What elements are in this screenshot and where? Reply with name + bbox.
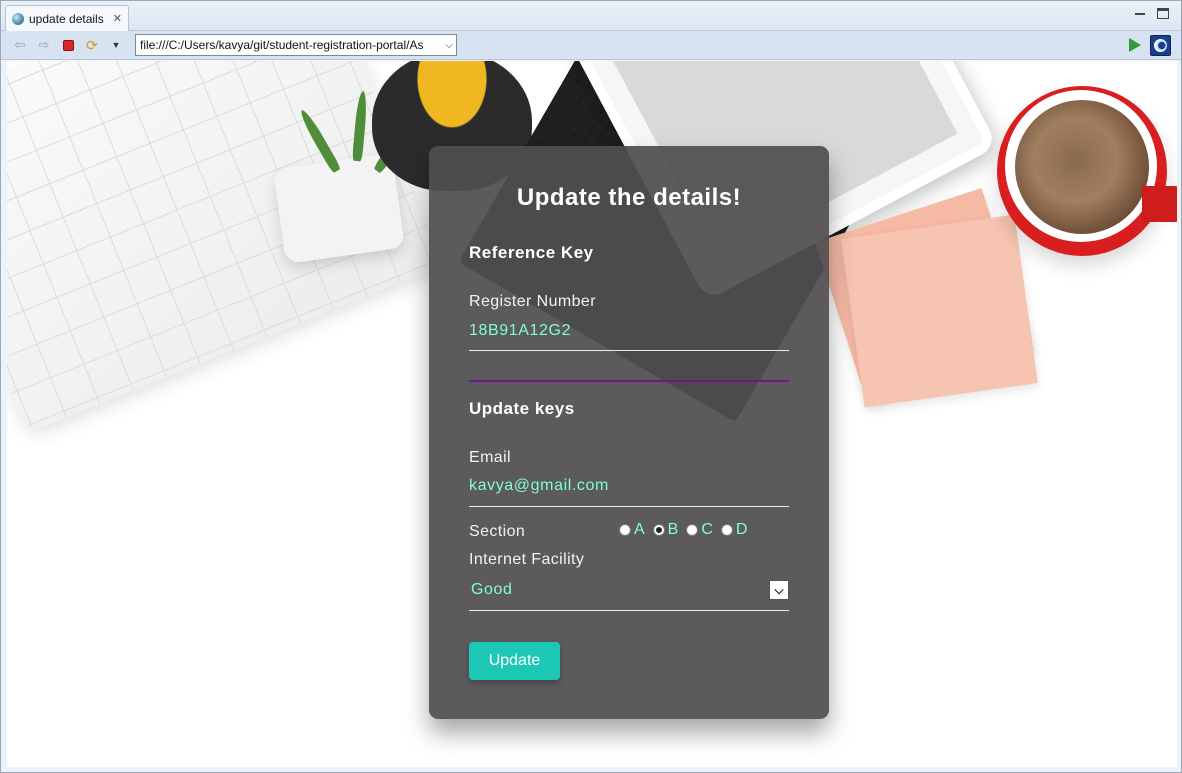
window-controls (1135, 8, 1169, 19)
browser-toolbar: ⇦ ⇨ ⟳ ▼ file:///C:/Users/kavya/git/stude… (1, 31, 1181, 60)
back-icon[interactable]: ⇦ (11, 36, 29, 54)
cup-handle-image (1142, 186, 1177, 222)
go-icon[interactable] (1129, 38, 1141, 52)
coffee-cup-image (997, 86, 1167, 256)
close-icon[interactable]: ✕ (113, 12, 122, 25)
email-underline (469, 506, 789, 507)
section-option-label: D (735, 521, 748, 538)
email-field[interactable]: kavya@gmail.com (469, 477, 609, 495)
page-title: Update the details! (516, 184, 742, 211)
reference-key-heading: Reference Key (469, 243, 594, 262)
section-option-label: A (634, 521, 645, 538)
internet-facility-select[interactable]: Good (471, 581, 513, 599)
section-radio-a[interactable] (619, 524, 631, 536)
section-option-label: B (667, 521, 679, 538)
register-number-label: Register Number (469, 293, 596, 310)
section-radio-group: A B C D (619, 521, 753, 539)
update-form-card: Update the details! Reference Key Regist… (429, 146, 829, 719)
sticky-note-image (841, 214, 1038, 408)
section-radio-d[interactable] (720, 524, 733, 536)
tab-title: update details (29, 11, 104, 26)
minimize-icon[interactable] (1135, 8, 1145, 15)
internet-facility-underline (469, 610, 789, 611)
section-label: Section (469, 523, 526, 540)
browser-window: update details ✕ ⇦ ⇨ ⟳ ▼ file:///C:/User… (0, 0, 1182, 773)
eclipse-icon[interactable] (1150, 35, 1171, 56)
dropdown-icon[interactable]: ▼ (107, 36, 125, 54)
section-radio-b[interactable] (652, 524, 665, 536)
maximize-icon[interactable] (1157, 8, 1169, 19)
url-input[interactable]: file:///C:/Users/kavya/git/student-regis… (140, 38, 442, 52)
section-divider (469, 380, 789, 382)
email-label: Email (469, 449, 512, 466)
update-keys-heading: Update keys (469, 399, 575, 418)
update-button[interactable]: Update (469, 642, 560, 680)
url-bar[interactable]: file:///C:/Users/kavya/git/student-regis… (135, 34, 457, 56)
section-radio-c[interactable] (686, 524, 699, 536)
refresh-icon[interactable]: ⟳ (83, 36, 101, 54)
tab-update-details[interactable]: update details ✕ (5, 5, 129, 31)
forward-icon[interactable]: ⇨ (35, 36, 53, 54)
section-option-label: C (701, 521, 713, 538)
register-number-value[interactable]: 18B91A12G2 (469, 322, 571, 340)
chevron-down-icon[interactable]: ⌵ (769, 580, 789, 600)
chevron-down-icon[interactable]: ⌵ (442, 40, 456, 51)
tab-strip: update details ✕ (1, 1, 1181, 31)
internet-facility-label: Internet Facility (469, 551, 585, 568)
page-viewport: Update the details! Reference Key Regist… (7, 61, 1177, 767)
stop-icon (62, 39, 74, 51)
stop-button[interactable] (59, 36, 77, 54)
register-number-underline (469, 350, 789, 351)
globe-icon (12, 12, 24, 25)
